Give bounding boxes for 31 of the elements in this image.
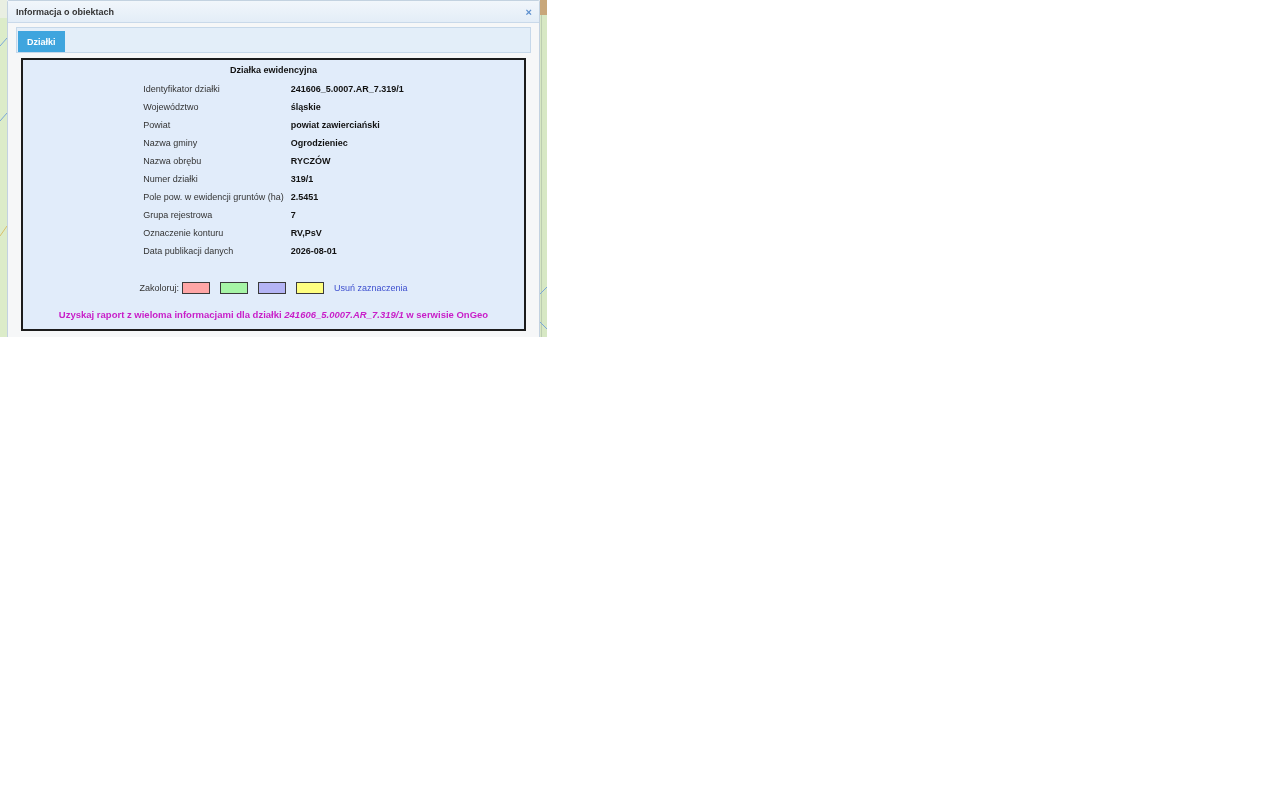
tab[interactable]: Działki [18,31,65,52]
field-value: Ogrodzieniec [290,137,348,150]
field-value: 2.5451 [290,191,319,204]
field-value: 319/1 [290,173,314,186]
field-label: Grupa rejestrowa [143,209,213,222]
field-value: powiat zawierciański [290,119,380,132]
field-label: Numer działki [143,173,198,186]
field-value: śląskie [290,101,321,114]
field-label: Oznaczenie konturu [143,227,224,240]
color-label: Zakoloruj: [139,283,179,293]
field-value: RV,PsV [290,227,322,240]
clear-selection-link[interactable]: Usuń zaznaczenia [334,283,408,293]
color-swatch[interactable] [296,282,324,294]
dialog-title: Informacja o obiektach [16,6,115,17]
field-value: 7 [290,209,296,222]
report-link[interactable]: Uzyskaj raport z wieloma informacjami dla działki 241606_5.0007.AR_7.319/1 w serwisie OnGeo [58,309,489,320]
field-label: Nazwa obrębu [143,155,202,168]
section-heading: Działka ewidencyjna [229,65,317,75]
field-value: 241606_5.0007.AR_7.319/1 [290,83,404,96]
color-swatch[interactable] [182,282,210,294]
color-swatch[interactable] [258,282,286,294]
close-button[interactable]: × [525,5,532,18]
field-label: Identyfikator działki [143,83,220,96]
field-label: Data publikacji danych [143,245,234,258]
field-value: 2026-08-01 [290,245,337,258]
color-swatch[interactable] [220,282,248,294]
field-label: Pole pow. w ewidencji gruntów (ha) [143,191,284,204]
field-label: Województwo [143,101,199,114]
field-value: RYCZÓW [290,154,331,168]
field-label: Powiat [143,119,171,132]
field-label: Nazwa gminy [143,137,198,150]
